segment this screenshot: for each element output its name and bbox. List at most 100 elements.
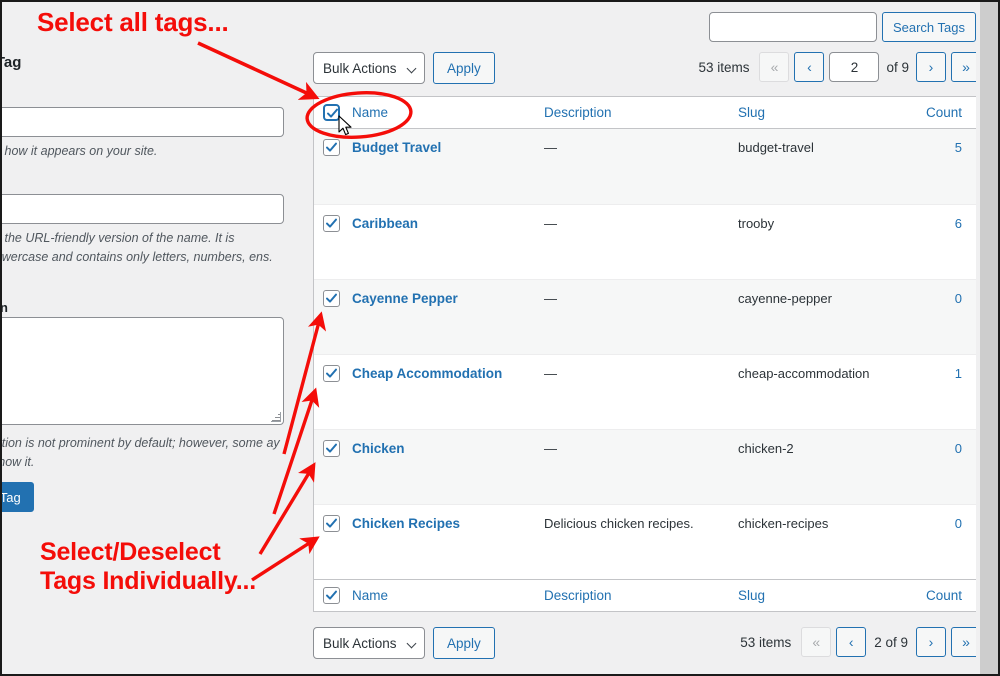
row-checkbox[interactable] — [323, 515, 340, 533]
row-slug-cell: chicken-recipes — [738, 515, 898, 533]
table-row: Chicken Recipes Delicious chicken recipes… — [314, 504, 980, 579]
bulk-actions-select-top[interactable]: Bulk Actions — [313, 52, 425, 84]
add-new-tag-heading: w Tag — [2, 54, 22, 71]
page-scrollbar[interactable] — [980, 2, 998, 674]
row-description-cell: — — [544, 290, 738, 308]
bulk-actions-group-bottom: Bulk Actions Apply — [313, 627, 495, 659]
column-header-slug-top[interactable]: Slug — [738, 104, 898, 122]
tag-name-field[interactable] — [2, 107, 284, 137]
table-row: Budget Travel — budget-travel 5 — [314, 129, 980, 204]
table-footer-row: Name Description Slug Count — [314, 579, 980, 611]
pagination-top: 53 items « ‹ of 9 › » — [698, 52, 981, 82]
row-checkbox-cell — [314, 440, 352, 458]
row-count-cell: 1 — [898, 365, 978, 383]
column-header-count-top[interactable]: Count — [898, 104, 978, 122]
row-count-cell: 0 — [898, 440, 978, 458]
app-window: w Tag is how it appears on your site. is… — [0, 0, 1000, 676]
resize-grip-icon[interactable] — [272, 413, 280, 421]
row-count-cell: 5 — [898, 139, 978, 157]
tag-slug: chicken-2 — [738, 441, 794, 456]
items-count-bottom: 53 items — [740, 634, 792, 650]
total-pages-label-top: of 9 — [886, 59, 909, 75]
chevron-down-icon — [406, 63, 417, 74]
row-description-cell: — — [544, 365, 738, 383]
row-slug-cell: budget-travel — [738, 139, 898, 157]
bulk-actions-group-top: Bulk Actions Apply — [313, 52, 495, 84]
items-count-top: 53 items — [698, 59, 750, 75]
row-checkbox[interactable] — [323, 290, 340, 308]
tag-slug-field[interactable] — [2, 194, 284, 224]
tag-name-help: is how it appears on your site. — [2, 144, 158, 158]
tag-description-field[interactable] — [2, 317, 284, 425]
next-page-button-top[interactable]: › — [916, 52, 946, 82]
search-area: Search Tags — [708, 12, 976, 42]
tag-count-link[interactable]: 6 — [955, 216, 962, 231]
row-name-cell: Cheap Accommodation — [352, 365, 544, 383]
current-page-input-top[interactable] — [829, 52, 880, 82]
tag-count-link[interactable]: 0 — [955, 291, 962, 306]
tag-name-link[interactable]: Cheap Accommodation — [352, 366, 502, 381]
row-checkbox[interactable] — [323, 365, 340, 383]
tag-name-link[interactable]: Budget Travel — [352, 140, 441, 155]
tablenav-top: Bulk Actions Apply 53 items « ‹ of 9 › » — [313, 52, 981, 86]
column-footer-name[interactable]: Name — [352, 587, 544, 605]
row-checkbox[interactable] — [323, 440, 340, 458]
column-footer-slug[interactable]: Slug — [738, 587, 898, 605]
row-name-cell: Chicken Recipes — [352, 515, 544, 533]
tag-description-help: iption is not prominent by default; howe… — [2, 436, 280, 470]
column-header-name-top[interactable]: Name — [352, 104, 544, 122]
row-name-cell: Chicken — [352, 440, 544, 458]
tag-name-link[interactable]: Chicken Recipes — [352, 516, 460, 531]
row-checkbox[interactable] — [323, 139, 340, 157]
prev-page-button-bottom[interactable]: ‹ — [836, 627, 867, 657]
row-checkbox-cell — [314, 290, 352, 308]
tag-count-link[interactable]: 1 — [955, 366, 962, 381]
tag-name-link[interactable]: Cayenne Pepper — [352, 291, 458, 306]
row-description-cell: — — [544, 215, 738, 233]
tag-count-link[interactable]: 5 — [955, 140, 962, 155]
row-description-cell: — — [544, 139, 738, 157]
row-name-cell: Caribbean — [352, 215, 544, 233]
tag-count-link[interactable]: 0 — [955, 516, 962, 531]
column-header-description-top[interactable]: Description — [544, 104, 738, 122]
tag-name-link[interactable]: Caribbean — [352, 216, 418, 231]
tag-name-link[interactable]: Chicken — [352, 441, 405, 456]
row-checkbox-cell — [314, 139, 352, 157]
apply-button-top[interactable]: Apply — [433, 52, 495, 84]
select-all-checkbox-bottom[interactable] — [323, 586, 340, 604]
search-tags-button[interactable]: Search Tags — [881, 12, 976, 42]
pagination-bottom: 53 items « ‹ 2 of 9 › » — [740, 627, 981, 657]
tags-list-main: Search Tags Bulk Actions Apply 53 items … — [302, 2, 998, 674]
tablenav-bottom: Bulk Actions Apply 53 items « ‹ 2 of 9 ›… — [313, 627, 981, 661]
row-description-cell: Delicious chicken recipes. — [544, 515, 738, 533]
row-checkbox-cell — [314, 215, 352, 233]
row-name-cell: Cayenne Pepper — [352, 290, 544, 308]
row-count-cell: 0 — [898, 515, 978, 533]
next-page-button-bottom[interactable]: › — [916, 627, 946, 657]
page-indicator-bottom: 2 of 9 — [874, 634, 908, 650]
tag-description: — — [544, 291, 557, 306]
prev-page-button-top[interactable]: ‹ — [794, 52, 825, 82]
add-new-tag-button[interactable]: w Tag — [2, 482, 34, 512]
search-input[interactable] — [708, 12, 877, 42]
tag-slug: cheap-accommodation — [738, 366, 870, 381]
table-row: Cayenne Pepper — cayenne-pepper 0 — [314, 279, 980, 354]
tag-description: — — [544, 140, 557, 155]
bulk-actions-label-top: Bulk Actions — [323, 60, 397, 76]
row-checkbox-cell — [314, 515, 352, 533]
select-all-cell-bottom — [314, 586, 352, 605]
row-checkbox[interactable] — [323, 215, 340, 233]
bulk-actions-select-bottom[interactable]: Bulk Actions — [313, 627, 425, 659]
column-footer-count[interactable]: Count — [898, 587, 978, 605]
chevron-down-icon — [406, 638, 417, 649]
column-footer-description[interactable]: Description — [544, 587, 738, 605]
bulk-actions-label-bottom: Bulk Actions — [323, 635, 397, 651]
tag-slug-help: is the URL-friendly version of the name.… — [2, 231, 273, 265]
tag-count-link[interactable]: 0 — [955, 441, 962, 456]
tag-slug: trooby — [738, 216, 775, 231]
table-body: Budget Travel — budget-travel 5 Caribbean — tr… — [314, 129, 980, 579]
apply-button-bottom[interactable]: Apply — [433, 627, 495, 659]
row-count-cell: 0 — [898, 290, 978, 308]
table-row: Cheap Accommodation — cheap-accommodation 1 — [314, 354, 980, 429]
table-header-row: Name Description Slug Count — [314, 97, 980, 129]
